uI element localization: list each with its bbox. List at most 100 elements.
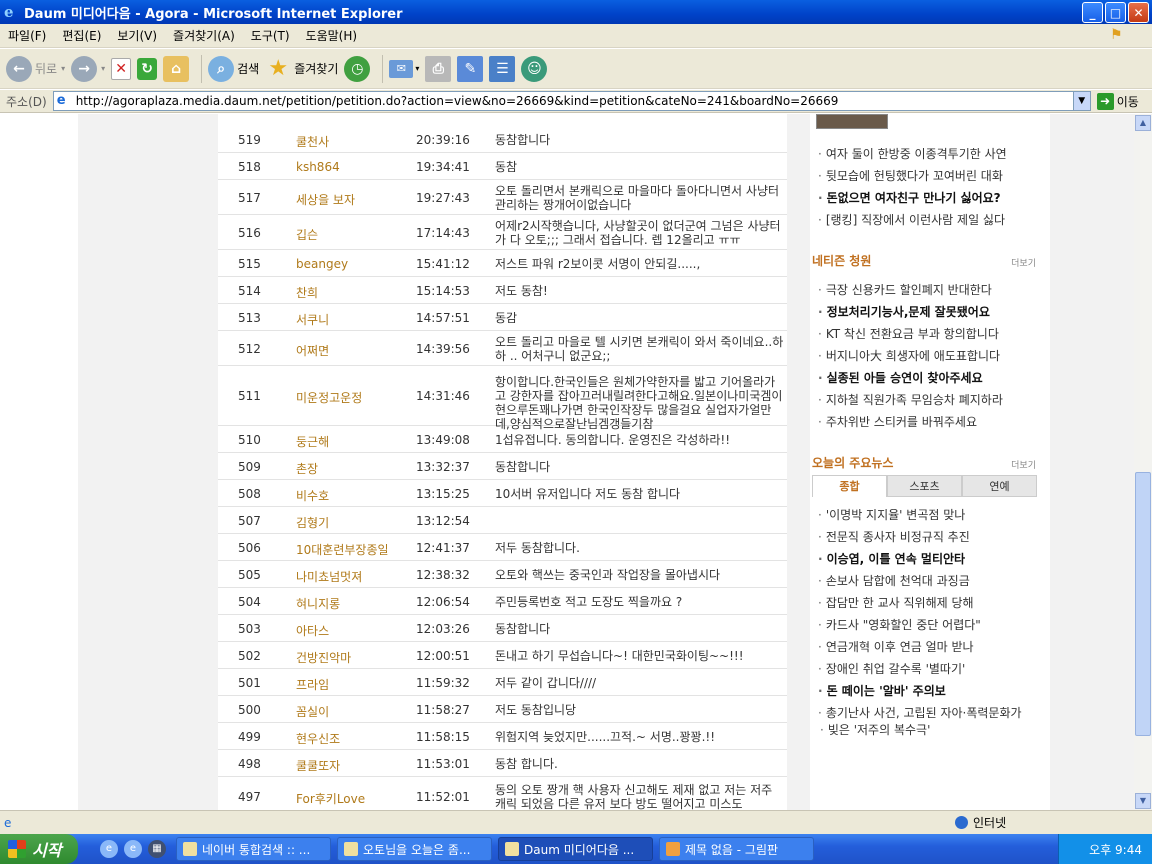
menu-view[interactable]: 보기(V): [109, 27, 165, 44]
ie-quicklaunch-icon[interactable]: e: [100, 840, 118, 858]
tab-general[interactable]: 종합: [812, 475, 887, 497]
news-link-continued[interactable]: 빚은 '저주의 복수극': [818, 721, 931, 738]
row-time: 12:38:32: [416, 568, 470, 582]
row-nickname[interactable]: 꼼실이: [296, 703, 411, 720]
row-number: 499: [238, 730, 261, 744]
row-nickname[interactable]: ksh864: [296, 160, 411, 174]
row-nickname[interactable]: 쿨쿨또자: [296, 757, 411, 774]
petition-link[interactable]: 주차위반 스티커를 바꿔주세요: [818, 413, 977, 430]
row-nickname[interactable]: 혀니지롱: [296, 595, 411, 612]
news-link[interactable]: '이명박 지지율' 변곡점 맞나: [818, 506, 965, 523]
address-input[interactable]: e http://agoraplaza.media.daum.net/petit…: [52, 91, 1091, 111]
sidebar-link[interactable]: [랭킹] 직장에서 이런사람 제일 싫다: [818, 211, 1005, 228]
row-nickname[interactable]: 세상을 보자: [296, 191, 411, 208]
toolbar: ← 뒤로 ▾ → ▾ ✕ ↻ ⌂ ⌕ 검색 ★ 즐겨찾기 ◷ ✉ ▾ ⎙ ✎ ☰ ☺: [0, 49, 1152, 89]
vertical-scrollbar[interactable]: ▲ ▼: [1134, 114, 1152, 810]
history-button[interactable]: ◷: [344, 55, 371, 82]
news-link[interactable]: 이승엽, 이틀 연속 멀티안타: [818, 550, 966, 567]
maximize-button[interactable]: □: [1105, 2, 1126, 23]
row-nickname[interactable]: 10대훈련부장종일: [296, 541, 411, 558]
table-row: 513 서쿠니 14:57:51 동감: [218, 304, 787, 331]
favorites-button[interactable]: ★ 즐겨찾기: [265, 56, 338, 82]
row-nickname[interactable]: 건방진악마: [296, 649, 411, 666]
row-nickname[interactable]: 깁슨: [296, 226, 411, 243]
task-auto[interactable]: 오토님을 오늘은 좀...: [337, 837, 492, 861]
petition-link[interactable]: 정보처리기능사,문제 잘못됐어요: [818, 303, 990, 320]
clock[interactable]: 오후 9:44: [1089, 841, 1142, 858]
row-message: 오토 돌리면서 본캐릭으로 마을마다 돌아다니면서 사냥터관리하는 짱개어이없습…: [495, 184, 780, 212]
print-button[interactable]: ⎙: [425, 55, 452, 82]
close-button[interactable]: ✕: [1128, 2, 1149, 23]
row-number: 503: [238, 622, 261, 636]
row-nickname[interactable]: 찬희: [296, 284, 411, 301]
scroll-thumb[interactable]: [1135, 472, 1151, 736]
news-more-link[interactable]: 더보기: [1011, 458, 1036, 471]
forward-button[interactable]: → ▾: [71, 55, 105, 82]
messenger-button[interactable]: ☺: [521, 55, 548, 82]
menu-edit[interactable]: 편집(E): [54, 27, 109, 44]
task-daum[interactable]: Daum 미디어다음 ...: [498, 837, 653, 861]
row-nickname[interactable]: 둥근해: [296, 433, 411, 450]
home-button[interactable]: ⌂: [163, 55, 190, 82]
back-button[interactable]: ← 뒤로 ▾: [6, 55, 65, 82]
row-nickname[interactable]: beangey: [296, 257, 411, 271]
menu-tools[interactable]: 도구(T): [243, 27, 298, 44]
row-nickname[interactable]: 쿨천사: [296, 133, 411, 150]
go-button[interactable]: ➜ 이동: [1096, 92, 1139, 110]
task-paint[interactable]: 제목 없음 - 그림판: [659, 837, 814, 861]
refresh-button[interactable]: ↻: [137, 57, 158, 80]
scroll-up-icon[interactable]: ▲: [1135, 115, 1151, 131]
address-dropdown-icon[interactable]: ▼: [1072, 92, 1090, 110]
row-nickname[interactable]: For후키Love: [296, 790, 411, 807]
sidebar-link[interactable]: 여자 둘이 한방중 이종격투기한 사연: [818, 145, 1007, 162]
stop-button[interactable]: ✕: [111, 57, 132, 80]
petition-link[interactable]: 실종된 아들 승연이 찾아주세요: [818, 369, 983, 386]
edit-button[interactable]: ✎: [457, 55, 484, 82]
row-nickname[interactable]: 프라임: [296, 676, 411, 693]
start-label: 시작: [32, 841, 62, 860]
tab-entertainment[interactable]: 연예: [962, 475, 1037, 497]
petition-link[interactable]: 지하철 직원가족 무임승차 폐지하라: [818, 391, 1003, 408]
minimize-button[interactable]: _: [1082, 2, 1103, 23]
row-message: 동참합니다: [495, 460, 551, 474]
row-message: 동감: [495, 311, 518, 325]
row-nickname[interactable]: 현우신조: [296, 730, 411, 747]
petition-link[interactable]: 극장 신용카드 할인폐지 반대한다: [818, 281, 992, 298]
row-nickname[interactable]: 비수호: [296, 487, 411, 504]
news-link[interactable]: 총기난사 사건, 고립된 자아·폭력문화가: [818, 704, 1022, 721]
news-link[interactable]: 장애인 취업 갈수록 '별따기': [818, 660, 965, 677]
scroll-down-icon[interactable]: ▼: [1135, 793, 1151, 809]
page-content: 519 쿨천사 20:39:16 동참합니다 518 ksh864 19:34:41 동참 51…: [0, 114, 1134, 810]
thumbnail-image[interactable]: [816, 114, 888, 129]
petition-link[interactable]: KT 착신 전환요금 부과 항의합니다: [818, 325, 999, 342]
menu-favorites[interactable]: 즐겨찾기(A): [165, 27, 243, 44]
petition-more-link[interactable]: 더보기: [1011, 256, 1036, 269]
sidebar-link[interactable]: 돈없으면 여자친구 만나기 싫어요?: [818, 189, 1001, 206]
tab-sports[interactable]: 스포츠: [887, 475, 962, 497]
desktop-quicklaunch-icon[interactable]: ▦: [148, 840, 166, 858]
menu-file[interactable]: 파일(F): [0, 27, 54, 44]
row-nickname[interactable]: 촌장: [296, 460, 411, 477]
table-row: 503 아타스 12:03:26 동참합니다: [218, 615, 787, 642]
task-naver[interactable]: 네이버 통합검색 :: ...: [176, 837, 331, 861]
sidebar-link[interactable]: 뒷모습에 헌팅했다가 꼬여버린 대화: [818, 167, 1003, 184]
row-nickname[interactable]: 미운정고운정: [296, 389, 411, 406]
row-nickname[interactable]: 김형기: [296, 514, 411, 531]
petition-link[interactable]: 버지니아大 희생자에 애도표합니다: [818, 347, 1000, 364]
discuss-button[interactable]: ☰: [489, 55, 516, 82]
search-button[interactable]: ⌕ 검색: [208, 55, 259, 82]
row-nickname[interactable]: 아타스: [296, 622, 411, 639]
news-link[interactable]: 카드사 "영화할인 중단 어렵다": [818, 616, 981, 633]
news-link[interactable]: 연금개혁 이후 연금 얼마 받나: [818, 638, 974, 655]
news-link[interactable]: 잡담만 한 교사 직위해제 당해: [818, 594, 974, 611]
menu-help[interactable]: 도움말(H): [298, 27, 366, 44]
mail-button[interactable]: ✉ ▾: [389, 59, 419, 78]
news-link[interactable]: 돈 떼이는 '알바' 주의보: [818, 682, 946, 699]
start-button[interactable]: 시작: [0, 834, 78, 864]
row-nickname[interactable]: 나미쵸넘멋져: [296, 568, 411, 585]
ie2-quicklaunch-icon[interactable]: e: [124, 840, 142, 858]
row-nickname[interactable]: 서쿠니: [296, 311, 411, 328]
news-link[interactable]: 손보사 담합에 천억대 과징금: [818, 572, 970, 589]
row-nickname[interactable]: 어쩌면: [296, 342, 411, 359]
news-link[interactable]: 전문직 종사자 비정규직 추진: [818, 528, 970, 545]
